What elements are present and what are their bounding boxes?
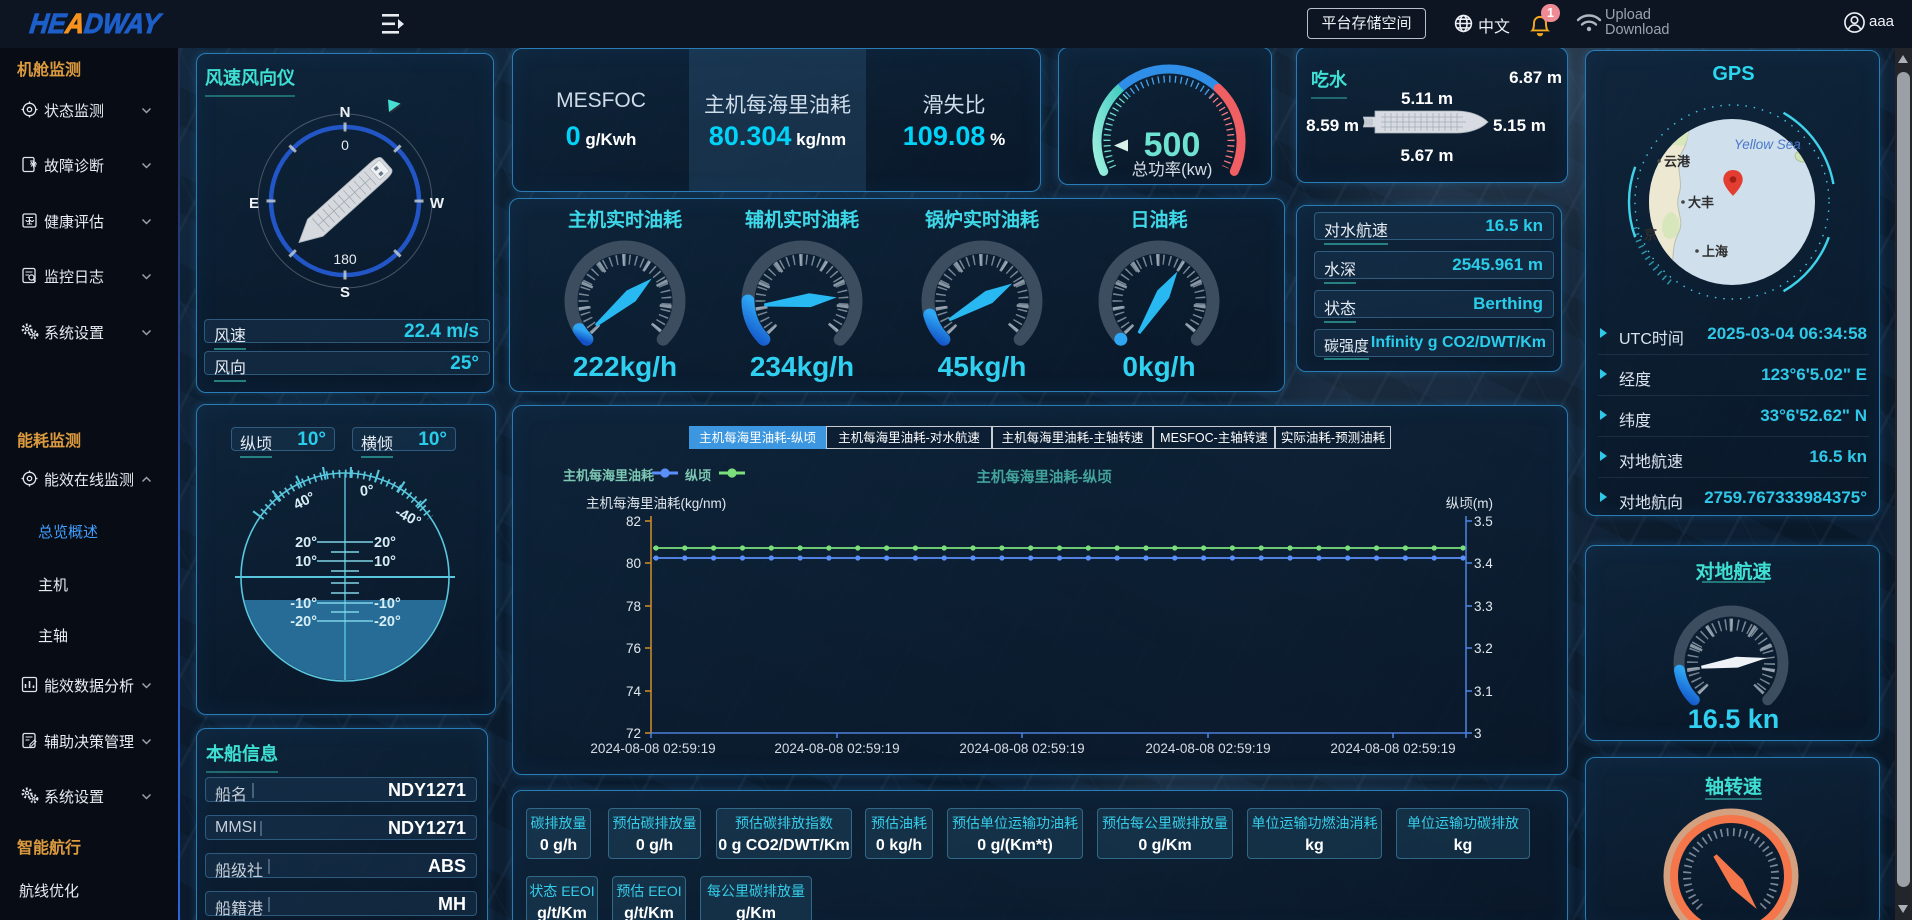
svg-text:E: E xyxy=(249,195,259,212)
svg-text:10°: 10° xyxy=(295,554,317,570)
svg-text:82: 82 xyxy=(626,514,641,529)
svg-text:10°: 10° xyxy=(374,554,396,570)
svg-text:Yellow Sea: Yellow Sea xyxy=(1734,137,1801,152)
svg-text:3.3: 3.3 xyxy=(1474,599,1493,614)
svg-text:20°: 20° xyxy=(295,535,317,551)
svg-text:-40°: -40° xyxy=(392,504,423,530)
svg-text:3.5: 3.5 xyxy=(1474,514,1493,529)
svg-text:主机实时油耗: 主机实时油耗 xyxy=(568,208,682,231)
svg-text:2024-08-08 02:59:19: 2024-08-08 02:59:19 xyxy=(1145,741,1270,756)
svg-text:S: S xyxy=(340,284,350,301)
svg-text:76: 76 xyxy=(626,641,641,656)
svg-text:-10°: -10° xyxy=(290,596,317,612)
svg-text:72: 72 xyxy=(626,726,641,741)
svg-text:N: N xyxy=(340,104,351,121)
svg-text:0kg/h: 0kg/h xyxy=(1122,351,1195,382)
svg-text:40°: 40° xyxy=(291,489,318,513)
svg-text:3: 3 xyxy=(1474,726,1482,741)
svg-text:74: 74 xyxy=(626,684,642,699)
svg-text:45kg/h: 45kg/h xyxy=(938,351,1027,382)
svg-text:大丰: 大丰 xyxy=(1688,195,1714,210)
svg-text:锅炉实时油耗: 锅炉实时油耗 xyxy=(925,208,1039,231)
svg-text:20°: 20° xyxy=(374,535,396,551)
svg-text:2024-08-08 02:59:19: 2024-08-08 02:59:19 xyxy=(774,741,899,756)
svg-text:-20°: -20° xyxy=(374,614,401,630)
svg-text:云港: 云港 xyxy=(1664,154,1691,169)
svg-text:0°: 0° xyxy=(359,483,375,500)
svg-text:日油耗: 日油耗 xyxy=(1130,209,1187,231)
svg-text:京: 京 xyxy=(1644,227,1657,242)
svg-text:80: 80 xyxy=(626,556,641,571)
svg-text:2024-08-08 02:59:19: 2024-08-08 02:59:19 xyxy=(1330,741,1455,756)
svg-text:500: 500 xyxy=(1144,126,1201,164)
svg-text:2024-08-08 02:59:19: 2024-08-08 02:59:19 xyxy=(959,741,1084,756)
svg-text:总功率(kw): 总功率(kw) xyxy=(1132,160,1213,179)
svg-text:0: 0 xyxy=(341,137,349,153)
svg-text:上海: 上海 xyxy=(1702,244,1728,259)
svg-text:78: 78 xyxy=(626,599,641,614)
svg-text:3.2: 3.2 xyxy=(1474,641,1493,656)
svg-text:3.1: 3.1 xyxy=(1474,684,1493,699)
svg-text:2024-08-08 02:59:19: 2024-08-08 02:59:19 xyxy=(590,741,715,756)
svg-text:234kg/h: 234kg/h xyxy=(750,351,854,382)
svg-text:180: 180 xyxy=(333,251,357,267)
svg-text:-10°: -10° xyxy=(374,596,401,612)
svg-text:3.4: 3.4 xyxy=(1474,556,1493,571)
svg-text:辅机实时油耗: 辅机实时油耗 xyxy=(745,208,859,231)
svg-text:W: W xyxy=(430,195,445,212)
svg-text:-20°: -20° xyxy=(290,614,317,630)
svg-text:222kg/h: 222kg/h xyxy=(573,351,677,382)
